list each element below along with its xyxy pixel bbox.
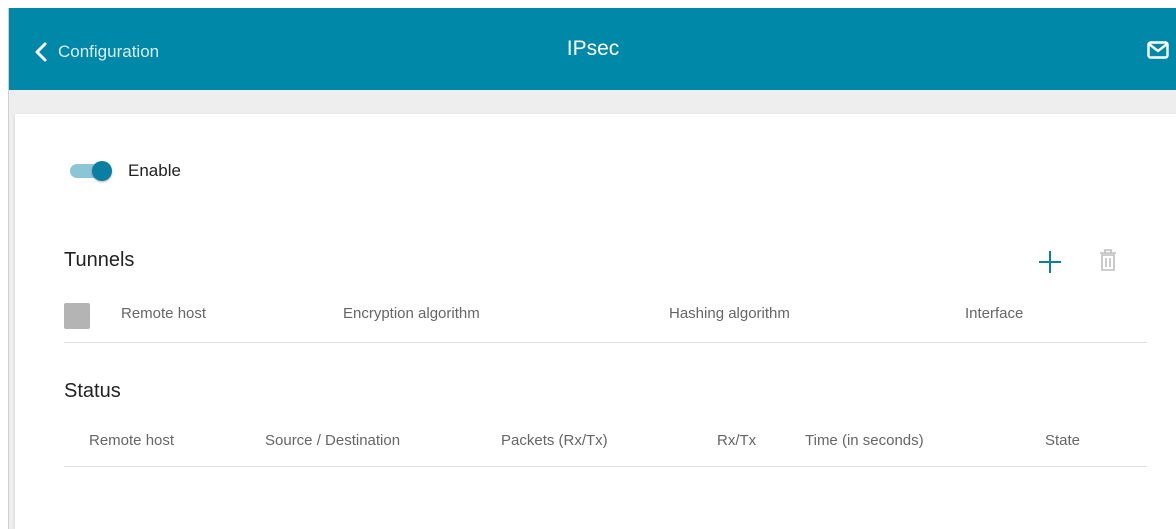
tunnels-title: Tunnels [64, 249, 135, 271]
status-col-source-destination: Source / Destination [265, 432, 401, 449]
status-col-rx-tx: Rx/Tx [717, 432, 757, 449]
status-col-time: Time (in seconds) [805, 432, 924, 449]
enable-label: Enable [128, 161, 181, 180]
tunnels-col-hashing: Hashing algorithm [669, 305, 790, 322]
plus-icon[interactable] [1037, 249, 1063, 275]
app-frame: Configuration IPsec Enable Tunnels Remot… [8, 8, 1176, 529]
settings-card: Enable Tunnels Remote host Encryption al… [15, 114, 1176, 529]
toggle-knob [92, 161, 112, 181]
status-col-packets: Packets (Rx/Tx) [501, 432, 608, 449]
page-title: IPsec [566, 37, 620, 60]
tunnels-col-encryption: Encryption algorithm [343, 305, 480, 322]
status-divider [64, 466, 1147, 467]
mail-icon[interactable] [1147, 41, 1169, 59]
status-title: Status [64, 380, 121, 402]
status-col-state: State [1045, 432, 1081, 449]
tunnels-col-interface: Interface [965, 305, 1024, 322]
tunnels-col-remote-host: Remote host [121, 305, 207, 322]
trash-icon[interactable] [1099, 248, 1117, 272]
tunnels-divider [64, 342, 1147, 343]
status-col-remote-host: Remote host [89, 432, 175, 449]
enable-toggle[interactable] [70, 161, 114, 181]
top-header: Configuration IPsec [9, 8, 1176, 90]
select-all-checkbox[interactable] [64, 303, 90, 329]
